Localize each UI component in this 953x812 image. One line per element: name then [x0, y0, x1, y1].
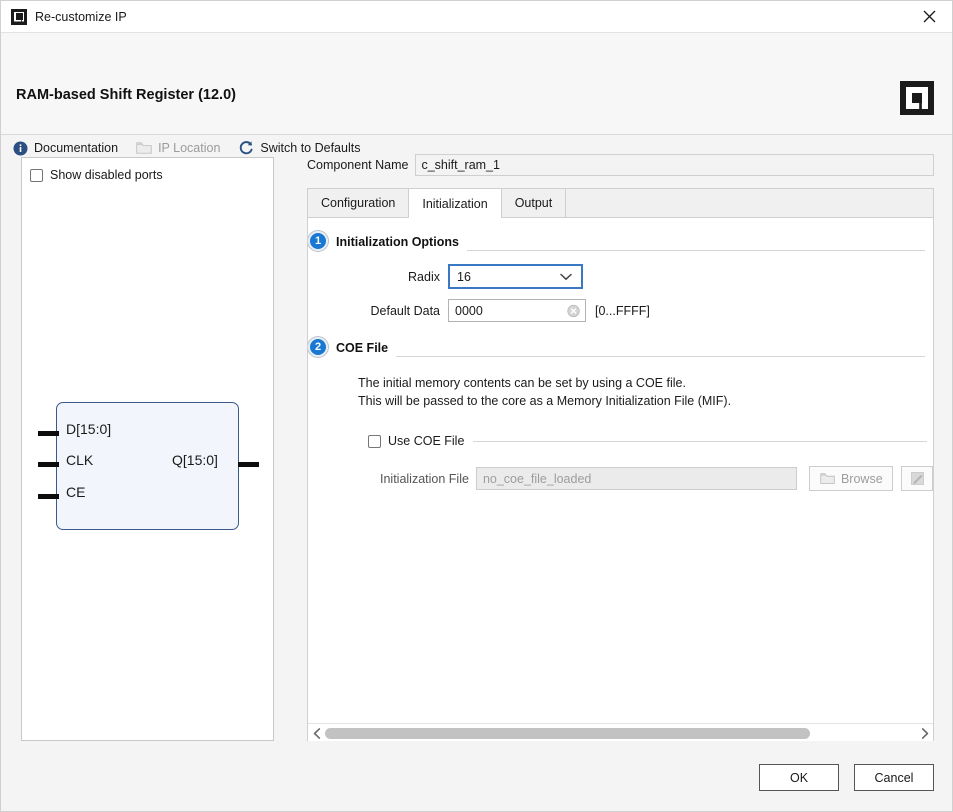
- radix-label: Radix: [408, 269, 440, 284]
- pin-ce-wire: [38, 494, 59, 499]
- coe-description-line-2: This will be passed to the core as a Mem…: [358, 394, 732, 408]
- edit-file-icon: [910, 472, 924, 485]
- chevron-left-icon: [313, 727, 320, 739]
- default-data-value: 0000: [455, 303, 483, 318]
- scrollbar-track[interactable]: [325, 724, 916, 743]
- initialization-tab-panel: 1 Initialization Options Radix 16 Defaul…: [307, 217, 934, 743]
- initialization-options-header: 1 Initialization Options: [308, 230, 933, 254]
- initialization-file-label: Initialization File: [380, 471, 469, 486]
- default-data-field[interactable]: 0000: [448, 299, 586, 322]
- radix-row: Radix 16: [348, 264, 933, 289]
- tab-bar: Configuration Initialization Output: [307, 188, 934, 218]
- window-title: Re-customize IP: [35, 9, 127, 24]
- tab-bar-filler: [566, 189, 933, 217]
- page-title: RAM-based Shift Register (12.0): [16, 87, 236, 103]
- amd-xilinx-logo-icon: [900, 81, 934, 115]
- radix-select[interactable]: 16: [448, 264, 583, 289]
- default-data-row: Default Data 0000 [0...FFFF]: [348, 299, 933, 322]
- default-data-range-hint: [0...FFFF]: [595, 303, 650, 318]
- clear-icon[interactable]: [567, 304, 580, 317]
- tab-output[interactable]: Output: [502, 189, 567, 217]
- pin-q-wire: [238, 462, 259, 467]
- edit-file-button[interactable]: [901, 466, 933, 491]
- use-coe-file-row: Use COE File: [368, 434, 933, 448]
- component-name-row: Component Name: [307, 154, 934, 176]
- configuration-area: Component Name Configuration Initializat…: [289, 147, 934, 743]
- radix-value: 16: [457, 269, 471, 284]
- initialization-file-input[interactable]: no_coe_file_loaded: [475, 467, 798, 490]
- browse-label: Browse: [840, 471, 883, 486]
- use-coe-file-checkbox[interactable]: [368, 434, 381, 448]
- scrollbar-thumb[interactable]: [325, 727, 810, 739]
- pin-d-wire: [38, 431, 59, 436]
- section-divider: [466, 250, 925, 251]
- title-bar: Re-customize IP: [1, 1, 952, 33]
- recustomize-ip-dialog: Re-customize IP RAM-based Shift Register…: [0, 0, 953, 812]
- dialog-footer: OK Cancel: [1, 741, 952, 811]
- horizontal-scrollbar[interactable]: [308, 723, 933, 742]
- pin-clk-wire: [38, 462, 59, 467]
- initialization-file-row: Initialization File no_coe_file_loaded B…: [380, 466, 933, 491]
- dialog-body: Show disabled ports D[15:0] CLK CE Q[15:…: [1, 135, 952, 743]
- scroll-right-button[interactable]: [916, 727, 933, 739]
- xilinx-logo-icon: [11, 8, 27, 25]
- scroll-left-button[interactable]: [308, 727, 325, 739]
- port-label-clk: CLK: [66, 452, 94, 468]
- close-button[interactable]: [906, 1, 952, 32]
- ok-button[interactable]: OK: [759, 764, 839, 791]
- coe-description-line-1: The initial memory contents can be set b…: [358, 376, 686, 390]
- initialization-options-title: Initialization Options: [336, 235, 459, 249]
- port-label-d: D[15:0]: [66, 421, 112, 437]
- use-coe-file-label: Use COE File: [388, 434, 465, 448]
- initialization-options-section: 1 Initialization Options Radix 16 Defaul…: [308, 230, 933, 322]
- coe-file-header: 2 COE File: [308, 336, 933, 360]
- tab-configuration[interactable]: Configuration: [308, 189, 410, 217]
- port-label-q: Q[15:0]: [172, 452, 218, 468]
- ip-symbol-panel: Show disabled ports D[15:0] CLK CE Q[15:…: [21, 157, 274, 741]
- cancel-button[interactable]: Cancel: [854, 764, 934, 791]
- default-data-label: Default Data: [370, 303, 440, 318]
- tab-initialization[interactable]: Initialization: [409, 189, 502, 218]
- section-divider: [396, 356, 925, 357]
- port-label-ce: CE: [66, 484, 86, 500]
- component-name-label: Component Name: [307, 158, 409, 172]
- coe-file-title: COE File: [336, 341, 389, 355]
- use-coe-divider: [473, 440, 927, 442]
- chevron-right-icon: [921, 727, 928, 739]
- browse-button[interactable]: Browse: [809, 466, 894, 491]
- step-badge-1: 1: [308, 231, 328, 251]
- step-badge-2: 2: [308, 337, 328, 357]
- ip-symbol-diagram: D[15:0] CLK CE Q[15:0]: [22, 158, 273, 740]
- coe-file-section: 2 COE File The initial memory contents c…: [308, 336, 933, 491]
- close-icon: [923, 10, 935, 23]
- ip-header: RAM-based Shift Register (12.0) Document…: [1, 33, 952, 155]
- folder-open-icon: [820, 473, 835, 484]
- component-name-input[interactable]: [415, 154, 934, 176]
- chevron-down-icon: [560, 273, 572, 280]
